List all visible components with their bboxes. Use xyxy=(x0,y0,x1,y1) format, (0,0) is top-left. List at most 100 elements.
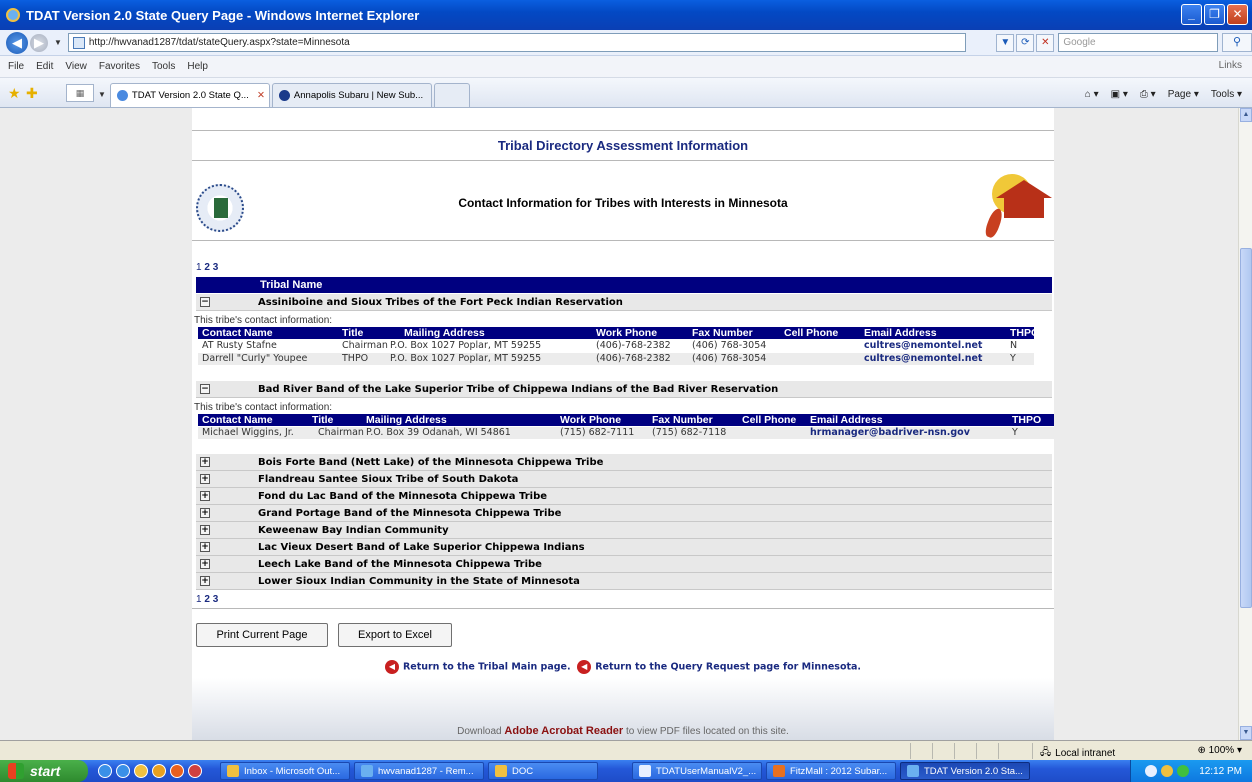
menu-file[interactable]: File xyxy=(8,61,24,72)
task-remote-desktop[interactable]: hwvanad1287 - Rem... xyxy=(354,762,484,780)
expand-icon[interactable]: + xyxy=(200,508,210,518)
acrobat-reader-link[interactable]: Adobe Acrobat Reader xyxy=(504,725,623,737)
feeds-icon[interactable]: ▣ ▾ xyxy=(1111,89,1128,100)
tribe-row[interactable]: + Grand Portage Band of the Minnesota Chi… xyxy=(196,505,1052,522)
task-word-doc[interactable]: TDATUserManualV2_... xyxy=(632,762,762,780)
expand-icon[interactable]: + xyxy=(200,576,210,586)
history-dropdown-icon[interactable]: ▼ xyxy=(54,38,62,47)
contact-email-link[interactable]: hrmanager@badriver-nsn.gov xyxy=(810,427,970,439)
zone-label: Local intranet xyxy=(1055,748,1116,759)
close-tab-icon[interactable]: ✕ xyxy=(257,90,265,101)
return-query-link[interactable]: Return to the Query Request page for Min… xyxy=(595,662,861,673)
scroll-down-icon[interactable]: ▼ xyxy=(1240,726,1252,740)
expand-icon[interactable]: + xyxy=(200,542,210,552)
contact-email-link[interactable]: cultres@nemontel.net xyxy=(864,353,982,365)
quick-tabs-icon[interactable]: ▦ xyxy=(66,84,94,102)
scroll-up-icon[interactable]: ▲ xyxy=(1240,108,1252,122)
search-icon[interactable]: ⚲ xyxy=(1222,33,1252,52)
close-button[interactable]: ✕ xyxy=(1227,4,1248,25)
task-tdat[interactable]: TDAT Version 2.0 Sta... xyxy=(900,762,1030,780)
tribe-row[interactable]: − Bad River Band of the Lake Superior Tr… xyxy=(196,381,1052,398)
pager-current: 1 xyxy=(196,262,202,273)
zoom-control[interactable]: ⊕ 100% ▾ xyxy=(1197,745,1242,756)
tribe-row[interactable]: + Lac Vieux Desert Band of Lake Superior … xyxy=(196,539,1052,556)
divider xyxy=(192,608,1054,609)
ie-quicklaunch-icon[interactable] xyxy=(116,764,130,778)
print-current-page-button[interactable]: Print Current Page xyxy=(196,623,328,647)
tribe-row[interactable]: + Flandreau Santee Sioux Tribe of South D… xyxy=(196,471,1052,488)
expand-icon[interactable]: + xyxy=(200,491,210,501)
tribe-row[interactable]: + Keweenaw Bay Indian Community xyxy=(196,522,1052,539)
task-outlook[interactable]: Inbox - Microsoft Out... xyxy=(220,762,350,780)
print-icon[interactable]: ⎙ ▾ xyxy=(1140,89,1156,100)
pager-link-2[interactable]: 2 xyxy=(204,262,210,273)
vertical-scrollbar[interactable]: ▲ ▼ xyxy=(1238,108,1252,740)
forward-button[interactable]: ▶ xyxy=(29,33,48,52)
menu-edit[interactable]: Edit xyxy=(36,61,53,72)
maximize-button[interactable]: ❐ xyxy=(1204,4,1225,25)
pager-link-3[interactable]: 3 xyxy=(213,262,219,273)
scrollbar-thumb[interactable] xyxy=(1240,248,1252,608)
stop-icon[interactable]: ✕ xyxy=(1036,33,1055,52)
outlook-icon xyxy=(227,765,239,777)
task-doc-folder[interactable]: DOC xyxy=(488,762,598,780)
tray-icon[interactable] xyxy=(1161,765,1174,777)
return-main-link[interactable]: Return to the Tribal Main page. xyxy=(403,662,571,673)
expand-icon[interactable]: + xyxy=(200,474,210,484)
tribe-row[interactable]: + Leech Lake Band of the Minnesota Chippe… xyxy=(196,556,1052,573)
app-quicklaunch-icon[interactable] xyxy=(134,764,148,778)
contact-email-link[interactable]: cultres@nemontel.net xyxy=(864,340,982,352)
pager-link-3[interactable]: 3 xyxy=(213,594,219,605)
refresh-icon[interactable]: ⟳ xyxy=(1016,33,1035,52)
app-quicklaunch-icon[interactable] xyxy=(170,764,184,778)
menu-favorites[interactable]: Favorites xyxy=(99,61,140,72)
expand-icon[interactable]: + xyxy=(200,457,210,467)
app-quicklaunch-icon[interactable] xyxy=(188,764,202,778)
tribe-row[interactable]: − Assiniboine and Sioux Tribes of the Fo… xyxy=(196,294,1052,311)
contact-address: P.O. Box 39 Odanah, WI 54861 xyxy=(366,427,511,438)
menu-tools[interactable]: Tools xyxy=(152,61,175,72)
tribe-row[interactable]: + Lower Sioux Indian Community in the Sta… xyxy=(196,573,1052,590)
address-text: http://hwvanad1287/tdat/stateQuery.aspx?… xyxy=(88,37,350,48)
task-label: TDAT Version 2.0 Sta... xyxy=(924,765,1023,777)
tray-icon[interactable] xyxy=(1177,765,1190,777)
favorites-star-icon[interactable]: ★ xyxy=(8,85,24,101)
expand-icon[interactable]: + xyxy=(200,525,210,535)
tab-tdat[interactable]: TDAT Version 2.0 State Q... ✕ xyxy=(109,83,270,107)
contact-thpo: N xyxy=(1010,340,1018,351)
collapse-icon[interactable]: − xyxy=(200,384,210,394)
new-tab-button[interactable] xyxy=(433,83,470,107)
start-button[interactable]: start xyxy=(0,760,88,782)
export-to-excel-button[interactable]: Export to Excel xyxy=(338,623,452,647)
address-bar[interactable]: http://hwvanad1287/tdat/stateQuery.aspx?… xyxy=(67,33,967,52)
task-fitzmall[interactable]: FitzMall : 2012 Subar... xyxy=(766,762,896,780)
tribe-row[interactable]: + Fond du Lac Band of the Minnesota Chipp… xyxy=(196,488,1052,505)
collapse-icon[interactable]: − xyxy=(200,297,210,307)
menu-help[interactable]: Help xyxy=(187,61,208,72)
outlook-quicklaunch-icon[interactable] xyxy=(152,764,166,778)
tab-list-dropdown-icon[interactable]: ▼ xyxy=(98,90,106,99)
col-title: Title xyxy=(312,414,334,426)
col-work-phone: Work Phone xyxy=(596,327,658,339)
contact-caption: This tribe's contact information: xyxy=(194,402,333,413)
pager-link-2[interactable]: 2 xyxy=(204,594,210,605)
back-button[interactable]: ◀ xyxy=(6,31,28,54)
tray-icon[interactable] xyxy=(1145,765,1158,777)
home-icon[interactable]: ⌂ ▾ xyxy=(1085,89,1099,100)
tools-menu[interactable]: Tools ▾ xyxy=(1211,89,1242,100)
contact-address: P.O. Box 1027 Poplar, MT 59255 xyxy=(390,340,542,351)
expand-icon[interactable]: + xyxy=(200,559,210,569)
tribe-row[interactable]: + Bois Forte Band (Nett Lake) of the Minn… xyxy=(196,454,1052,471)
ie-quicklaunch-icon[interactable] xyxy=(98,764,112,778)
tab-annapolis-subaru[interactable]: Annapolis Subaru | New Sub... xyxy=(271,83,432,107)
address-dropdown-icon[interactable]: ▼ xyxy=(996,33,1015,52)
col-title: Title xyxy=(342,327,364,339)
page-menu[interactable]: Page ▾ xyxy=(1168,89,1199,100)
add-favorites-icon[interactable]: ✚ xyxy=(26,85,42,101)
links-toolbar[interactable]: Links xyxy=(1219,60,1242,71)
menu-view[interactable]: View xyxy=(65,61,87,72)
search-input[interactable]: Google xyxy=(1058,33,1219,52)
word-icon xyxy=(639,765,651,777)
minimize-button[interactable]: _ xyxy=(1181,4,1202,25)
tribe-name: Lac Vieux Desert Band of Lake Superior C… xyxy=(258,541,585,553)
